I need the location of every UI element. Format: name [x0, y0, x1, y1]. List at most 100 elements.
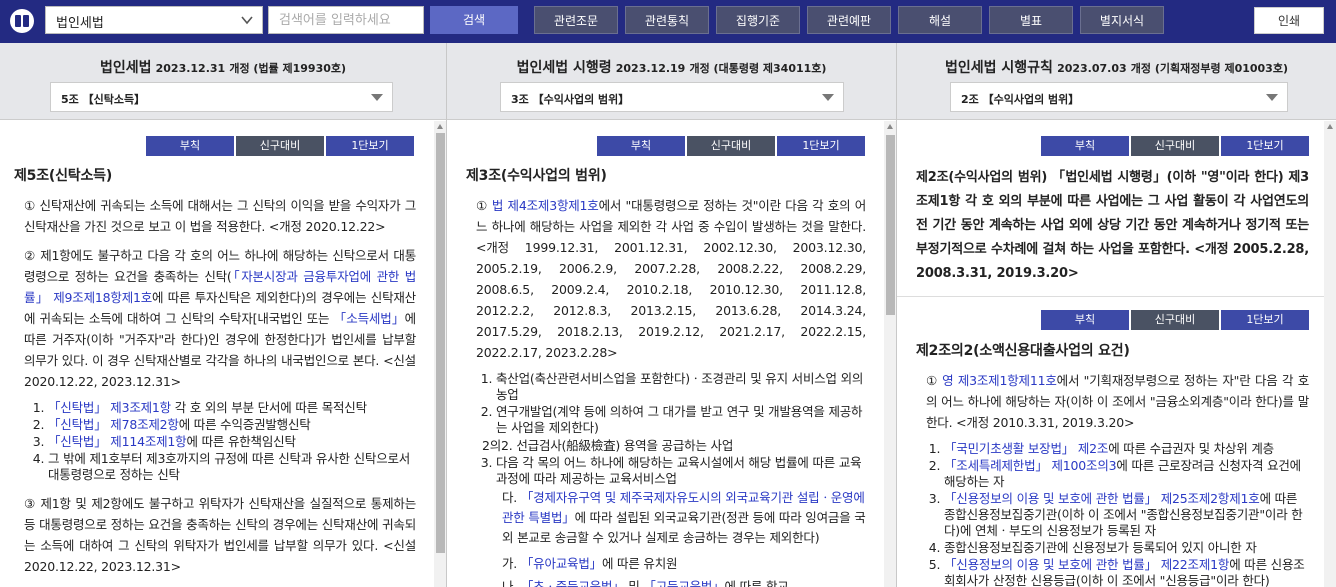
text: ①	[476, 198, 492, 213]
list-item: 축산업(축산관련서비스업을 포함한다)ㆍ조경관리 및 유지 서비스업 외의 농업	[496, 371, 866, 403]
law-link[interactable]: 「유아교육법」	[521, 556, 602, 571]
scroll-thumb[interactable]	[436, 133, 445, 553]
rules-column: 법인세법 시행규칙 2023.07.03 개정 (기획재정부령 제01003호)…	[897, 43, 1336, 587]
single-view-button[interactable]: 1단보기	[326, 136, 414, 156]
list-item: 다음 각 목의 어느 하나에 해당하는 교육시설에서 해당 법률에 따른 교육과…	[496, 455, 866, 487]
law-link[interactable]: 법 제4조제3항제1호	[492, 198, 599, 213]
law-link[interactable]: 「신탁법」 제114조제1항	[48, 434, 187, 449]
nav-related-articles-button[interactable]: 관련조문	[534, 6, 618, 34]
law-link[interactable]: 「조세특례제한법」 제100조의3	[944, 458, 1117, 473]
nav-related-rulings-button[interactable]: 관련통칙	[625, 6, 709, 34]
law-link[interactable]: 「소득세법」	[334, 311, 405, 326]
revision-date: 2023.12.19	[615, 62, 686, 75]
law-name: 법인세법 시행령	[516, 60, 612, 76]
text: ①	[926, 373, 943, 388]
addenda-button[interactable]: 부칙	[1041, 310, 1129, 330]
text: 그 밖에 제1호부터 제3호까지의 규정에 따른 신탁과 유사한 신탁으로서 대…	[48, 451, 411, 482]
addenda-button[interactable]: 부칙	[597, 136, 685, 156]
dropdown-arrow-icon	[1266, 94, 1278, 101]
single-view-button[interactable]: 1단보기	[1221, 136, 1309, 156]
law-link[interactable]: 영 제3조제1항제11호	[942, 373, 1057, 388]
law-link[interactable]: 「신용정보의 이용 및 보호에 관한 법률」 제22조제1항	[944, 557, 1229, 572]
law-link[interactable]: 「신탁법」 제3조제1항	[48, 400, 171, 415]
text: 에 따른 수익증권발행신탁	[178, 417, 311, 432]
list-item: 그 밖에 제1호부터 제3호까지의 규정에 따른 신탁과 유사한 신탁으로서 대…	[48, 451, 416, 483]
nav-related-cases-button[interactable]: 관련예판	[807, 6, 891, 34]
paragraph-1: ① 법 제4조제3항제1호에서 "대통령령으로 정하는 것"이란 다음 각 호의…	[466, 195, 866, 363]
law-column: 법인세법 2023.12.31 개정 (법률 제19930호) 5조 【신탁소득…	[0, 43, 447, 587]
list-item: 「신탁법」 제78조제2항에 따른 수익증권발행신탁	[48, 417, 416, 433]
column-title: 법인세법 시행령 2023.12.19 개정 (대통령령 제34011호)	[447, 57, 896, 77]
scroll-thumb[interactable]	[886, 135, 895, 315]
list-item: 종합신용정보집중기관에 신용정보가 등록되어 있지 아니한 자	[944, 540, 1309, 556]
text: 나.	[502, 579, 521, 587]
scroll-up-icon[interactable]	[887, 124, 893, 129]
law-link[interactable]: 「국민기초생활 보장법」 제2조	[944, 441, 1108, 456]
revision-info: 개정 (기획재정부령 제01003호)	[1130, 62, 1288, 75]
article-body: 제2조의2(소액신용대출사업의 요건) ① 영 제3조제1항제11호에서 "기획…	[916, 341, 1309, 587]
list-item: 「신탁법」 제3조제1항 각 호 외의 부분 단서에 따른 목적신탁	[48, 400, 416, 416]
print-button[interactable]: 인쇄	[1254, 7, 1324, 34]
compare-old-new-button[interactable]: 신구대비	[236, 136, 324, 156]
compare-old-new-button[interactable]: 신구대비	[1131, 310, 1219, 330]
article-body: 제5조(신탁소득) ① 신탁재산에 귀속되는 소득에 대해서는 그 신탁의 이익…	[14, 166, 416, 585]
scrollbar[interactable]	[434, 121, 446, 587]
addenda-button[interactable]: 부칙	[1041, 136, 1129, 156]
scroll-up-icon[interactable]	[1327, 124, 1333, 129]
text: 및	[624, 579, 644, 587]
article-select[interactable]: 5조 【신탁소득】	[50, 82, 393, 112]
revision-date: 2023.12.31	[155, 62, 226, 75]
item-list: 「국민기초생활 보장법」 제2조에 따른 수급권자 및 차상위 계층 「조세특례…	[924, 441, 1309, 587]
search-button[interactable]: 검색	[430, 6, 518, 34]
text: 종합신용정보집중기관에 신용정보가 등록되어 있지 아니한 자	[944, 540, 1257, 555]
law-link[interactable]: 「초ㆍ중등교육법」	[521, 579, 625, 587]
law-link[interactable]: 「신탁법」 제78조제2항	[48, 417, 179, 432]
list-item: 2의2. 선급검사(船級檢査) 용역을 공급하는 사업	[482, 438, 734, 453]
single-view-button[interactable]: 1단보기	[777, 136, 865, 156]
law-link[interactable]: 「고등교육법」	[643, 579, 724, 587]
law-select-value: 법인세법	[56, 16, 104, 31]
search-input[interactable]	[268, 6, 424, 34]
book-logo-icon[interactable]	[10, 9, 34, 33]
top-toolbar: 법인세법 검색 관련조문 관련통칙 집행기준 관련예판 해설 별표 별지서식 인…	[0, 0, 1336, 43]
text: 에 따른 학교	[724, 579, 789, 587]
article-select-value: 5조 【신탁소득】	[61, 93, 146, 106]
paragraph-2: ② 제1항에도 불구하고 다음 각 호의 어느 하나에 해당하는 신탁으로서 대…	[14, 245, 416, 392]
article-select-value: 3조 【수익사업의 범위】	[511, 93, 630, 106]
scroll-up-icon[interactable]	[437, 124, 443, 129]
text: 다.	[502, 490, 521, 505]
sub-item: 나. 「초ㆍ중등교육법」 및 「고등교육법」에 따른 학교	[466, 577, 866, 587]
dropdown-arrow-icon	[371, 94, 383, 101]
list-item: 연구개발업(계약 등에 의하여 그 대가를 받고 연구 및 개발용역을 제공하는…	[496, 404, 866, 436]
column-header: 법인세법 시행규칙 2023.07.03 개정 (기획재정부령 제01003호)…	[897, 43, 1336, 120]
decree-column: 법인세법 시행령 2023.12.19 개정 (대통령령 제34011호) 3조…	[447, 43, 897, 587]
sub-item: 가. 「유아교육법」에 따른 유치원	[466, 554, 866, 574]
scrollbar[interactable]	[1324, 121, 1336, 587]
law-link[interactable]: 「신용정보의 이용 및 보호에 관한 법률」 제25조제2항제1호	[944, 491, 1260, 506]
article-body: 제2조(수익사업의 범위) 「법인세법 시행령」(이하 "영"이라 한다) 제3…	[916, 170, 1309, 281]
column-header: 법인세법 2023.12.31 개정 (법률 제19930호) 5조 【신탁소득…	[0, 43, 446, 120]
paragraph-1: ① 신탁재산에 귀속되는 소득에 대해서는 그 신탁의 이익을 받을 수익자가 …	[24, 198, 416, 234]
nav-enforcement-standards-button[interactable]: 집행기준	[716, 6, 800, 34]
nav-annex-forms-button[interactable]: 별지서식	[1080, 6, 1164, 34]
revision-date: 2023.07.03	[1057, 62, 1127, 75]
column-header: 법인세법 시행령 2023.12.19 개정 (대통령령 제34011호) 3조…	[447, 43, 896, 120]
law-name: 법인세법 시행규칙	[945, 60, 1053, 76]
compare-old-new-button[interactable]: 신구대비	[1131, 136, 1219, 156]
nav-commentary-button[interactable]: 해설	[898, 6, 982, 34]
text: 각 호 외의 부분 단서에 따른 목적신탁	[170, 400, 367, 415]
dropdown-arrow-icon	[822, 94, 834, 101]
scrollbar[interactable]	[884, 121, 896, 587]
article-body: 제3조(수익사업의 범위) ① 법 제4조제3항제1호에서 "대통령령으로 정하…	[466, 166, 866, 587]
revision-info: 개정 (법률 제19930호)	[229, 62, 347, 75]
single-view-button[interactable]: 1단보기	[1221, 310, 1309, 330]
article-select[interactable]: 2조 【수익사업의 범위】	[950, 82, 1288, 112]
law-select[interactable]: 법인세법	[45, 6, 263, 34]
text: 에서 "대통령령으로 정하는 것"이란 다음 각 호의 어느 하나에 해당하는 …	[476, 198, 867, 360]
revision-info: 개정 (대통령령 제34011호)	[689, 62, 827, 75]
nav-annex-table-button[interactable]: 별표	[989, 6, 1073, 34]
addenda-button[interactable]: 부칙	[146, 136, 234, 156]
compare-old-new-button[interactable]: 신구대비	[687, 136, 775, 156]
sub-item: 다. 「경제자유구역 및 제주국제자유도시의 외국교육기관 설립ㆍ운영에 관한 …	[466, 488, 866, 548]
article-select[interactable]: 3조 【수익사업의 범위】	[500, 82, 844, 112]
